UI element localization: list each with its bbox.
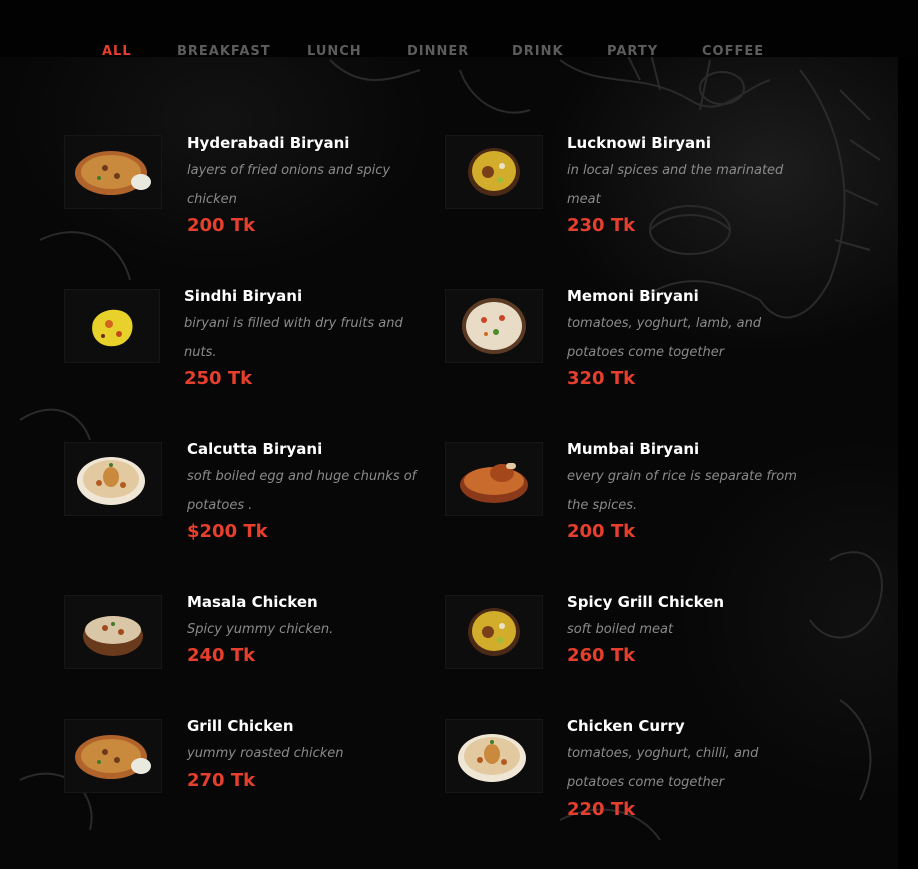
item-price: 250 Tk xyxy=(184,368,253,389)
biryani-bowl-icon xyxy=(445,595,543,669)
page-edge xyxy=(898,0,918,869)
tab-breakfast[interactable]: BREAKFAST xyxy=(177,44,271,59)
item-description: biryani is filled with dry fruits and nut… xyxy=(184,316,403,360)
biryani-bowl-icon xyxy=(445,135,543,209)
item-description: every grain of rice is separate from the … xyxy=(567,469,797,513)
item-title: Hyderabadi Biryani xyxy=(187,134,350,152)
item-price: 260 Tk xyxy=(567,645,636,666)
item-price: 230 Tk xyxy=(567,215,636,236)
item-price: 240 Tk xyxy=(187,645,256,666)
yellow-rice-icon xyxy=(64,289,160,363)
tab-party[interactable]: PARTY xyxy=(607,44,658,59)
item-price: 320 Tk xyxy=(567,368,636,389)
biryani-platter-icon xyxy=(445,719,543,793)
item-description: in local spices and the marinated meat xyxy=(567,163,784,207)
item-title: Mumbai Biryani xyxy=(567,440,700,458)
item-title: Calcutta Biryani xyxy=(187,440,323,458)
item-title: Spicy Grill Chicken xyxy=(567,593,725,611)
item-price: 220 Tk xyxy=(567,799,636,820)
masala-bowl-icon xyxy=(64,595,162,669)
item-title: Memoni Biryani xyxy=(567,287,699,305)
item-description: soft boiled meat xyxy=(567,622,674,637)
item-description: layers of fried onions and spicy chicken xyxy=(187,163,391,207)
item-title: Lucknowi Biryani xyxy=(567,134,712,152)
item-price: 200 Tk xyxy=(567,521,636,542)
tab-all[interactable]: ALL xyxy=(102,44,132,59)
item-title: Grill Chicken xyxy=(187,717,294,735)
item-description: soft boiled egg and huge chunks of potato… xyxy=(187,469,417,513)
item-price: $200 Tk xyxy=(187,521,268,542)
item-description: Spicy yummy chicken. xyxy=(187,622,334,637)
item-description: tomatoes, yoghurt, lamb, and potatoes com… xyxy=(567,316,762,360)
item-title: Chicken Curry xyxy=(567,717,685,735)
tab-lunch[interactable]: LUNCH xyxy=(307,44,362,59)
tab-drink[interactable]: DRINK xyxy=(512,44,564,59)
category-tabs: ALL BREAKFAST LUNCH DINNER DRINK PARTY C… xyxy=(0,0,918,59)
tab-dinner[interactable]: DINNER xyxy=(407,44,469,59)
item-price: 200 Tk xyxy=(187,215,256,236)
item-price: 270 Tk xyxy=(187,770,256,791)
item-title: Sindhi Biryani xyxy=(184,287,303,305)
item-description: yummy roasted chicken xyxy=(187,746,344,761)
biryani-plate-icon xyxy=(64,135,162,209)
rice-bowl-icon xyxy=(445,289,543,363)
item-description: tomatoes, yoghurt, chilli, and potatoes c… xyxy=(567,746,759,790)
biryani-plate-icon xyxy=(64,719,162,793)
item-title: Masala Chicken xyxy=(187,593,318,611)
tab-coffee[interactable]: COFFEE xyxy=(702,44,764,59)
biryani-platter-icon xyxy=(64,442,162,516)
chicken-leg-bowl-icon xyxy=(445,442,543,516)
